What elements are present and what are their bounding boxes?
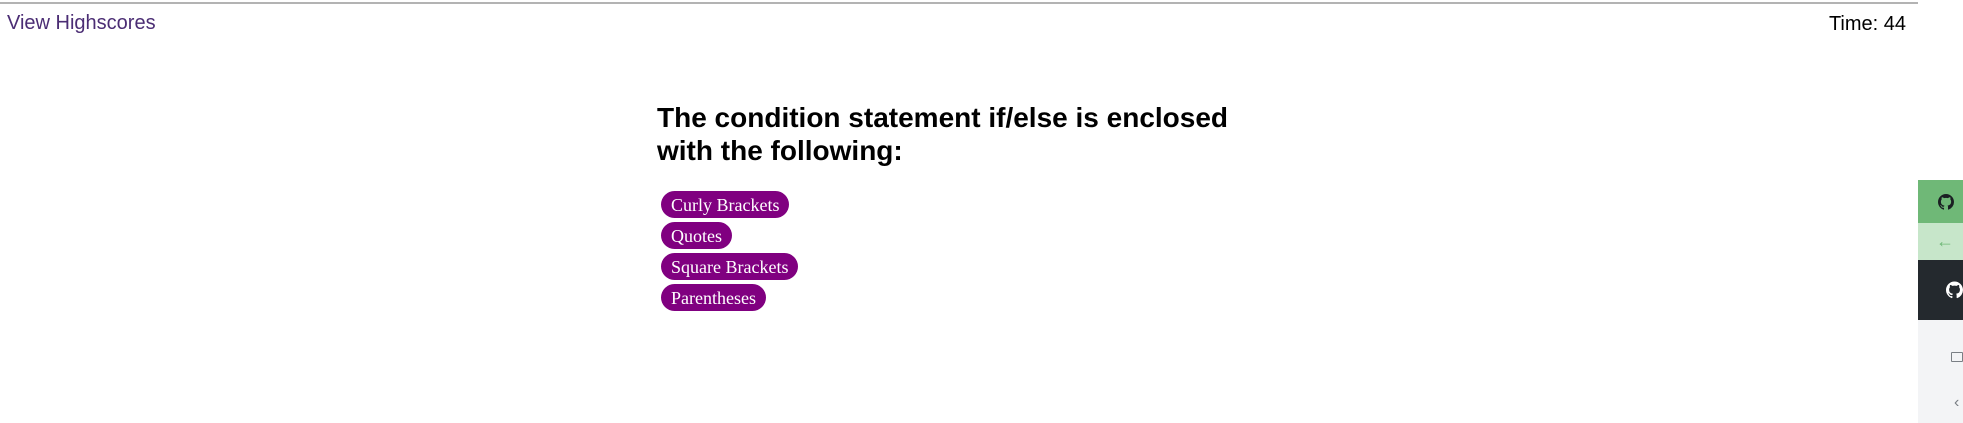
back-button[interactable]: ← — [1918, 223, 1963, 260]
side-extension-widget: ← ‹ — [1918, 180, 1963, 423]
github-icon — [1938, 193, 1954, 210]
widget-lower-panel: ‹ — [1918, 320, 1963, 423]
github-button[interactable] — [1918, 180, 1963, 223]
monitor-icon[interactable] — [1951, 352, 1963, 362]
answer-button-quotes[interactable]: Quotes — [661, 222, 732, 249]
view-highscores-link[interactable]: View Highscores — [7, 11, 156, 35]
arrow-left-icon: ← — [1936, 231, 1954, 251]
github-logo-panel[interactable] — [1918, 260, 1963, 320]
chevron-left-icon[interactable]: ‹ — [1954, 394, 1959, 412]
timer-display: Time: 44 — [1828, 13, 1906, 35]
answer-button-parentheses[interactable]: Parentheses — [661, 284, 766, 311]
question-text: The condition statement if/else is enclo… — [657, 102, 1229, 166]
answer-button-curly-brackets[interactable]: Curly Brackets — [661, 191, 790, 218]
answer-button-square-brackets[interactable]: Square Brackets — [661, 253, 799, 280]
quiz-container: The condition statement if/else is enclo… — [657, 101, 1277, 311]
github-logo-icon — [1946, 281, 1963, 299]
answer-list: Curly Brackets Quotes Square Brackets Pa… — [657, 191, 1277, 311]
quiz-page: View Highscores Time: 44 The condition s… — [0, 0, 1963, 423]
top-divider — [0, 2, 1918, 4]
